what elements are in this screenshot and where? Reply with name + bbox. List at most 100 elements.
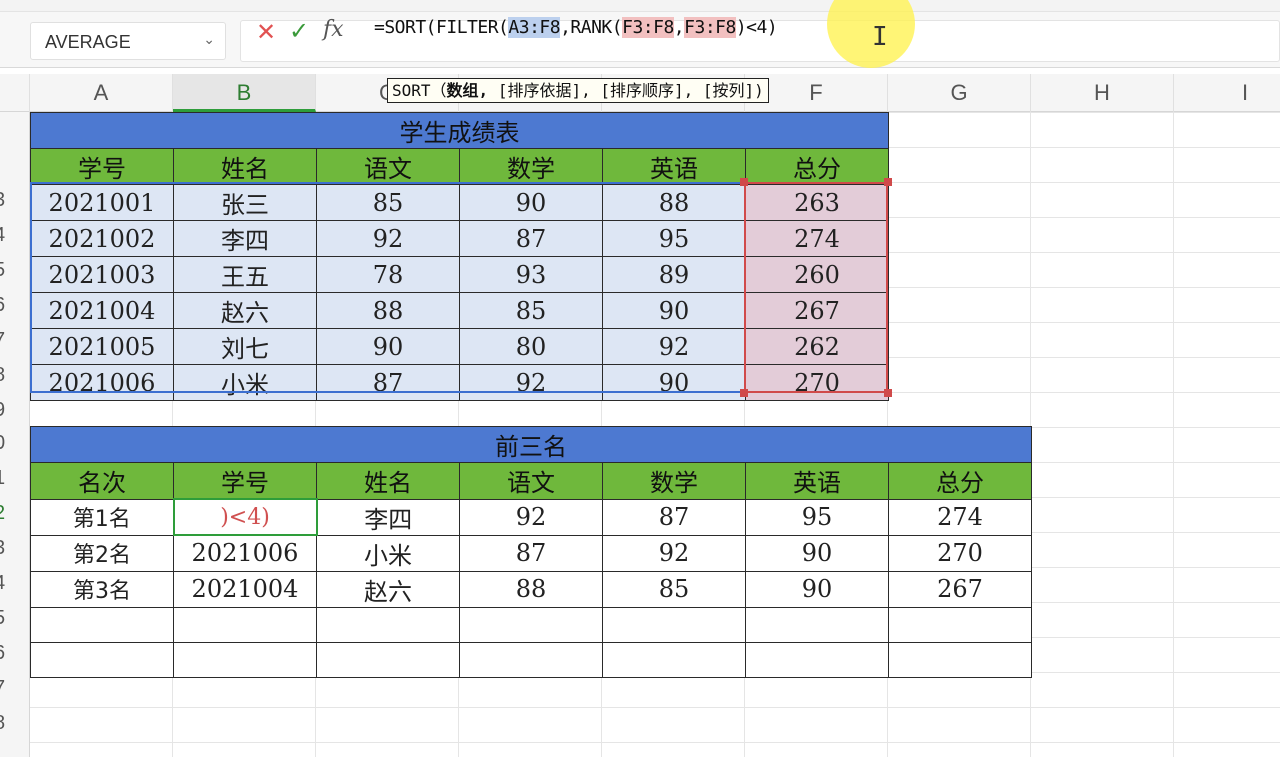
cell[interactable]: 92 <box>602 328 746 365</box>
cell-total[interactable]: 260 <box>744 256 890 293</box>
cell[interactable]: 85 <box>602 570 746 608</box>
cell[interactable]: 93 <box>459 256 603 293</box>
cell[interactable]: 2021006 <box>173 534 317 572</box>
header-cell[interactable]: 语文 <box>316 148 460 185</box>
chevron-down-icon[interactable]: ⌄ <box>203 32 215 48</box>
cell[interactable]: 88 <box>602 184 746 221</box>
row-header[interactable]: 7 <box>0 329 29 352</box>
cell[interactable]: 87 <box>602 498 746 536</box>
row-header[interactable]: 6 <box>0 642 29 665</box>
check-icon[interactable]: ✓ <box>289 17 309 45</box>
row-header[interactable]: 8 <box>0 364 29 387</box>
cell-empty[interactable] <box>316 641 460 678</box>
cell[interactable]: 95 <box>745 498 889 536</box>
cell[interactable]: 92 <box>316 220 460 257</box>
cell-total[interactable]: 262 <box>744 328 890 365</box>
row-header[interactable]: 5 <box>0 607 29 630</box>
top3-table-title[interactable]: 前三名 <box>29 426 1033 463</box>
cell[interactable]: 88 <box>459 570 603 608</box>
cell-empty[interactable] <box>887 606 1033 643</box>
header-cell[interactable]: 数学 <box>459 148 603 185</box>
row-header[interactable]: 5 <box>0 259 29 282</box>
active-cell-editing[interactable]: )<4) <box>172 498 318 536</box>
cell-total[interactable]: 270 <box>744 364 890 401</box>
cell[interactable]: 90 <box>316 328 460 365</box>
cell-empty[interactable] <box>602 641 746 678</box>
row-header-selected[interactable]: 2 <box>0 502 29 525</box>
cell[interactable]: 张三 <box>173 184 317 221</box>
row-header[interactable]: 3 <box>0 189 29 212</box>
cell-empty[interactable] <box>173 641 317 678</box>
fx-icon[interactable]: fx <box>323 17 344 42</box>
cell-empty[interactable] <box>30 641 174 678</box>
range-resize-handle[interactable] <box>740 178 748 186</box>
header-cell[interactable]: 总分 <box>887 462 1033 500</box>
row-header[interactable]: 8 <box>0 712 29 735</box>
cell-empty[interactable] <box>459 641 603 678</box>
cell-empty[interactable] <box>602 606 746 643</box>
header-cell[interactable]: 姓名 <box>173 148 317 185</box>
row-header[interactable]: 7 <box>0 677 29 700</box>
header-cell[interactable]: 学号 <box>173 462 317 500</box>
cell[interactable]: 92 <box>602 534 746 572</box>
cell[interactable]: 90 <box>745 534 889 572</box>
column-header-b[interactable]: B <box>173 74 316 112</box>
cell[interactable]: 270 <box>887 534 1033 572</box>
row-header[interactable]: 3 <box>0 537 29 560</box>
cell[interactable]: 87 <box>316 364 460 401</box>
header-cell[interactable]: 数学 <box>602 462 746 500</box>
cell-empty[interactable] <box>30 606 174 643</box>
header-cell[interactable]: 学号 <box>30 148 174 185</box>
scores-table-title[interactable]: 学生成绩表 <box>29 112 890 149</box>
cell-rank[interactable]: 第2名 <box>30 534 174 572</box>
cell-rank[interactable]: 第3名 <box>30 570 174 608</box>
cell[interactable]: 2021003 <box>30 256 174 293</box>
row-header[interactable]: 9 <box>0 399 29 422</box>
cell[interactable]: 赵六 <box>173 292 317 329</box>
cell[interactable]: 90 <box>745 570 889 608</box>
row-header[interactable]: 4 <box>0 572 29 595</box>
cell[interactable]: 2021006 <box>30 364 174 401</box>
cell-empty[interactable] <box>173 606 317 643</box>
range-resize-handle[interactable] <box>884 389 892 397</box>
cell[interactable]: 87 <box>459 220 603 257</box>
row-header[interactable]: 1 <box>0 467 29 490</box>
cell[interactable]: 2021004 <box>173 570 317 608</box>
cell[interactable]: 90 <box>602 292 746 329</box>
cell[interactable]: 92 <box>459 498 603 536</box>
header-cell[interactable]: 名次 <box>30 462 174 500</box>
cell-empty[interactable] <box>887 641 1033 678</box>
column-header-g[interactable]: G <box>888 74 1031 112</box>
row-header[interactable]: 6 <box>0 294 29 317</box>
cell[interactable]: 刘七 <box>173 328 317 365</box>
cell[interactable]: 90 <box>602 364 746 401</box>
cell-empty[interactable] <box>459 606 603 643</box>
cell-empty[interactable] <box>745 606 889 643</box>
cell[interactable]: 85 <box>316 184 460 221</box>
column-header-h[interactable]: H <box>1031 74 1174 112</box>
row-header[interactable]: 0 <box>0 432 29 455</box>
name-box[interactable]: AVERAGE ⌄ <box>30 22 226 60</box>
select-all-corner[interactable] <box>0 74 30 112</box>
cell-empty[interactable] <box>316 606 460 643</box>
cell-total[interactable]: 263 <box>744 184 890 221</box>
cell[interactable]: 2021002 <box>30 220 174 257</box>
range-resize-handle[interactable] <box>884 178 892 186</box>
cell[interactable]: 李四 <box>173 220 317 257</box>
header-cell[interactable]: 姓名 <box>316 462 460 500</box>
header-cell[interactable]: 总分 <box>744 148 890 185</box>
cell[interactable]: 85 <box>459 292 603 329</box>
cell[interactable]: 95 <box>602 220 746 257</box>
cell[interactable]: 90 <box>459 184 603 221</box>
cell-rank[interactable]: 第1名 <box>30 498 174 536</box>
cell[interactable]: 2021004 <box>30 292 174 329</box>
cell[interactable]: 78 <box>316 256 460 293</box>
cell[interactable]: 92 <box>459 364 603 401</box>
header-cell[interactable]: 英语 <box>602 148 746 185</box>
cell[interactable]: 小米 <box>173 364 317 401</box>
cell[interactable]: 小米 <box>316 534 460 572</box>
cell[interactable]: 89 <box>602 256 746 293</box>
cell-total[interactable]: 274 <box>744 220 890 257</box>
close-icon[interactable]: ✕ <box>256 18 276 46</box>
column-header-a[interactable]: A <box>30 74 173 112</box>
